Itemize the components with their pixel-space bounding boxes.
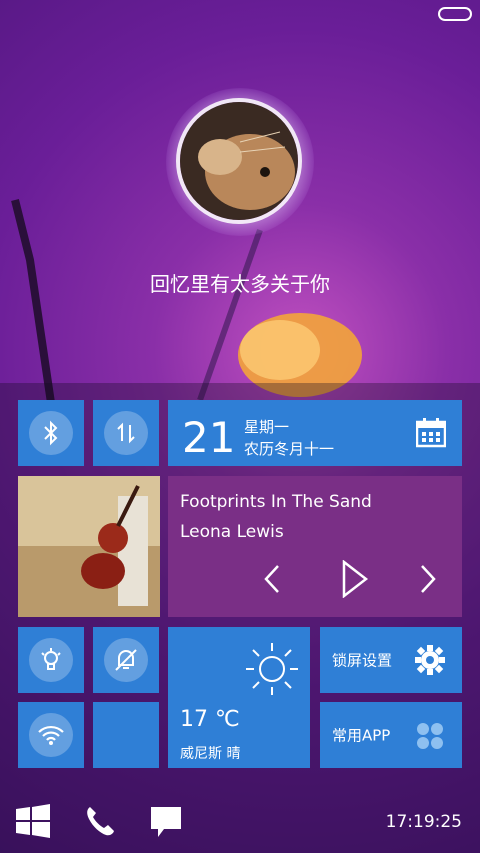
next-icon[interactable] bbox=[416, 564, 440, 594]
wifi-icon bbox=[29, 713, 73, 757]
flashlight-icon bbox=[29, 638, 73, 682]
message-icon[interactable] bbox=[150, 806, 182, 838]
sun-icon bbox=[246, 643, 298, 695]
bluetooth-toggle[interactable] bbox=[18, 400, 84, 466]
song-title: Footprints In The Sand bbox=[180, 492, 372, 512]
lockscreen-settings-tile[interactable]: 锁屏设置 bbox=[320, 627, 462, 693]
mute-toggle[interactable] bbox=[93, 627, 159, 693]
date-weekday: 星期一 bbox=[244, 418, 290, 436]
avatar[interactable] bbox=[176, 98, 302, 224]
weather-temperature: 17 ℃ bbox=[180, 707, 240, 732]
settings-label: 锁屏设置 bbox=[332, 651, 393, 670]
gear-icon bbox=[415, 645, 445, 675]
date-tile[interactable]: 21 星期一 农历冬月十一 bbox=[168, 400, 462, 466]
previous-icon[interactable] bbox=[260, 564, 284, 594]
violin-image bbox=[18, 476, 160, 617]
weather-location: 威尼斯 晴 bbox=[180, 746, 241, 762]
play-icon[interactable] bbox=[340, 560, 370, 598]
data-transfer-icon bbox=[104, 411, 148, 455]
song-artist: Leona Lewis bbox=[180, 522, 284, 542]
phone-icon[interactable] bbox=[84, 805, 116, 837]
frequent-apps-tile[interactable]: 常用APP bbox=[320, 702, 462, 768]
weather-tile[interactable]: 17 ℃ 威尼斯 晴 bbox=[168, 627, 310, 768]
battery-icon bbox=[438, 7, 472, 21]
album-art[interactable] bbox=[18, 476, 160, 617]
windows-icon[interactable] bbox=[16, 804, 50, 838]
wifi-toggle[interactable] bbox=[18, 702, 84, 768]
cat-photo bbox=[180, 102, 298, 220]
empty-tile[interactable] bbox=[93, 702, 159, 768]
apps-icon bbox=[417, 723, 443, 749]
calendar-icon bbox=[416, 418, 446, 448]
status-clock: 17:19:25 bbox=[385, 812, 462, 832]
mobile-data-toggle[interactable] bbox=[93, 400, 159, 466]
bell-mute-icon bbox=[104, 638, 148, 682]
bluetooth-icon bbox=[29, 411, 73, 455]
flashlight-toggle[interactable] bbox=[18, 627, 84, 693]
apps-label: 常用APP bbox=[332, 726, 391, 745]
lockscreen-tagline: 回忆里有太多关于你 bbox=[150, 272, 330, 296]
date-day: 21 bbox=[182, 413, 236, 462]
date-lunar: 农历冬月十一 bbox=[244, 440, 335, 458]
music-player: Footprints In The Sand Leona Lewis bbox=[168, 476, 462, 617]
